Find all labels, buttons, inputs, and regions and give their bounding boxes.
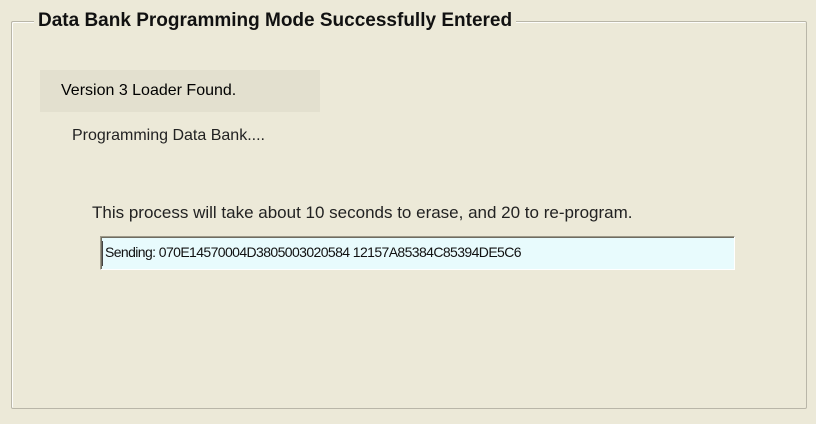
text-caret <box>102 241 103 266</box>
process-duration-note: This process will take about 10 seconds … <box>92 203 633 222</box>
group-box-title: Data Bank Programming Mode Successfully … <box>34 10 517 32</box>
programming-status-label: Programming Data Bank.... <box>72 127 265 144</box>
sending-output-field[interactable]: Sending: 070E14570004D3805003020584 1215… <box>100 236 735 270</box>
loader-status-panel: Version 3 Loader Found. <box>40 70 320 112</box>
loader-found-label: Version 3 Loader Found. <box>61 82 237 99</box>
